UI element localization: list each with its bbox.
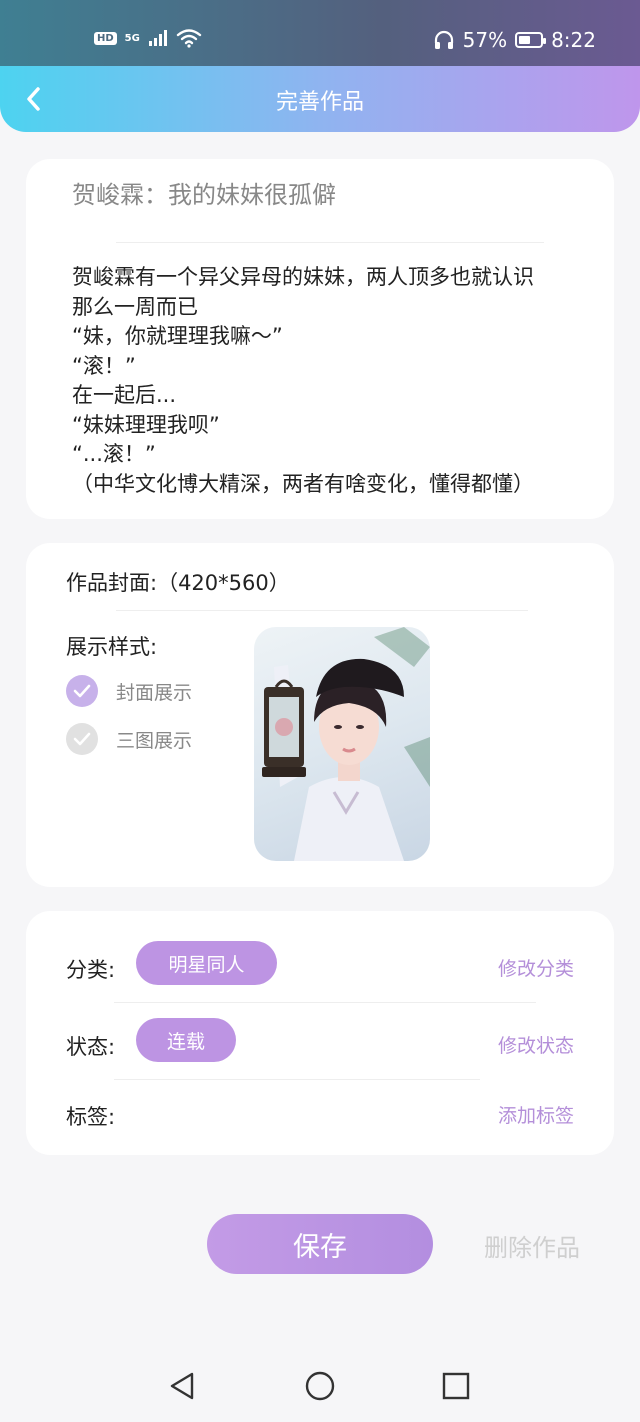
divider — [116, 610, 528, 611]
divider — [114, 1079, 480, 1080]
headphones-icon — [434, 30, 453, 49]
cover-card: 作品封面:（420*560） 展示样式: 封面展示 三图展示 — [26, 543, 614, 887]
option-cover-display[interactable]: 封面展示 — [66, 675, 192, 707]
battery-percent: 57% — [462, 28, 508, 52]
synopsis-line: “妹，你就理理我嘛～” — [72, 324, 283, 348]
status-bar: HD 5G 57% 8:22 — [0, 0, 640, 68]
work-title-field[interactable]: 贺峻霖：我的妹妹很孤僻 — [72, 175, 336, 210]
cover-label: 作品封面:（420*560） — [66, 571, 290, 595]
category-label: 分类: — [66, 958, 116, 982]
synopsis-line: “滚！” — [72, 353, 136, 378]
nav-back-icon[interactable] — [166, 1370, 198, 1402]
synopsis-field[interactable]: 贺峻霖有一个异父异母的妹妹，两人顶多也就认识 那么一周而已 “妹，你就理理我嘛～” “… — [72, 263, 592, 499]
option-three-image-display[interactable]: 三图展示 — [66, 723, 192, 755]
status-right: 57% 8:22 — [433, 28, 596, 52]
option-label: 封面展示 — [116, 681, 193, 704]
tags-label: 标签: — [66, 1105, 116, 1129]
cover-image[interactable] — [254, 627, 430, 861]
page-header: 完善作品 — [0, 66, 640, 132]
battery-icon — [515, 32, 547, 48]
change-category-button[interactable]: 修改分类 — [498, 954, 574, 981]
work-info-card: 贺峻霖：我的妹妹很孤僻 贺峻霖有一个异父异母的妹妹，两人顶多也就认识 那么一周而已… — [26, 159, 614, 519]
clock: 8:22 — [551, 28, 596, 52]
divider — [116, 242, 544, 243]
meta-card: 分类: 明星同人 修改分类 状态: 连载 修改状态 标签: 添加标签 — [26, 911, 614, 1155]
synopsis-line: “...滚！” — [72, 442, 156, 466]
signal-icon — [148, 30, 167, 46]
status-left: HD 5G — [94, 28, 202, 48]
page-title: 完善作品 — [275, 90, 364, 115]
status-label: 状态: — [66, 1035, 116, 1059]
synopsis-line: 在一起后... — [72, 383, 177, 407]
option-label: 三图展示 — [116, 729, 193, 752]
synopsis-line: （中华文化博大精深，两者有啥变化，懂得都懂） — [72, 471, 534, 496]
synopsis-line: 那么一周而已 — [72, 294, 198, 319]
hd-badge: HD — [94, 31, 117, 45]
delete-work-button[interactable]: 删除作品 — [484, 1228, 580, 1263]
nav-home-icon[interactable] — [304, 1370, 336, 1402]
network-type: 5G — [124, 32, 140, 44]
synopsis-line: “妹妹理理我呗” — [72, 412, 220, 437]
category-pill[interactable]: 明星同人 — [136, 941, 277, 985]
checked-icon — [66, 675, 98, 707]
status-pill[interactable]: 连载 — [136, 1018, 236, 1062]
battery-level — [519, 36, 531, 44]
system-nav-bar — [0, 1348, 640, 1422]
synopsis-line: 贺峻霖有一个异父异母的妹妹，两人顶多也就认识 — [72, 265, 534, 289]
display-style-label: 展示样式: — [66, 635, 158, 659]
add-tag-button[interactable]: 添加标签 — [498, 1101, 574, 1128]
unchecked-icon — [66, 723, 98, 755]
divider — [114, 1002, 536, 1003]
change-status-button[interactable]: 修改状态 — [498, 1031, 574, 1058]
cover-photo-illustration — [262, 627, 430, 861]
save-button[interactable]: 保存 — [207, 1214, 433, 1274]
nav-recents-icon[interactable] — [440, 1370, 472, 1402]
wifi-icon — [176, 29, 202, 48]
